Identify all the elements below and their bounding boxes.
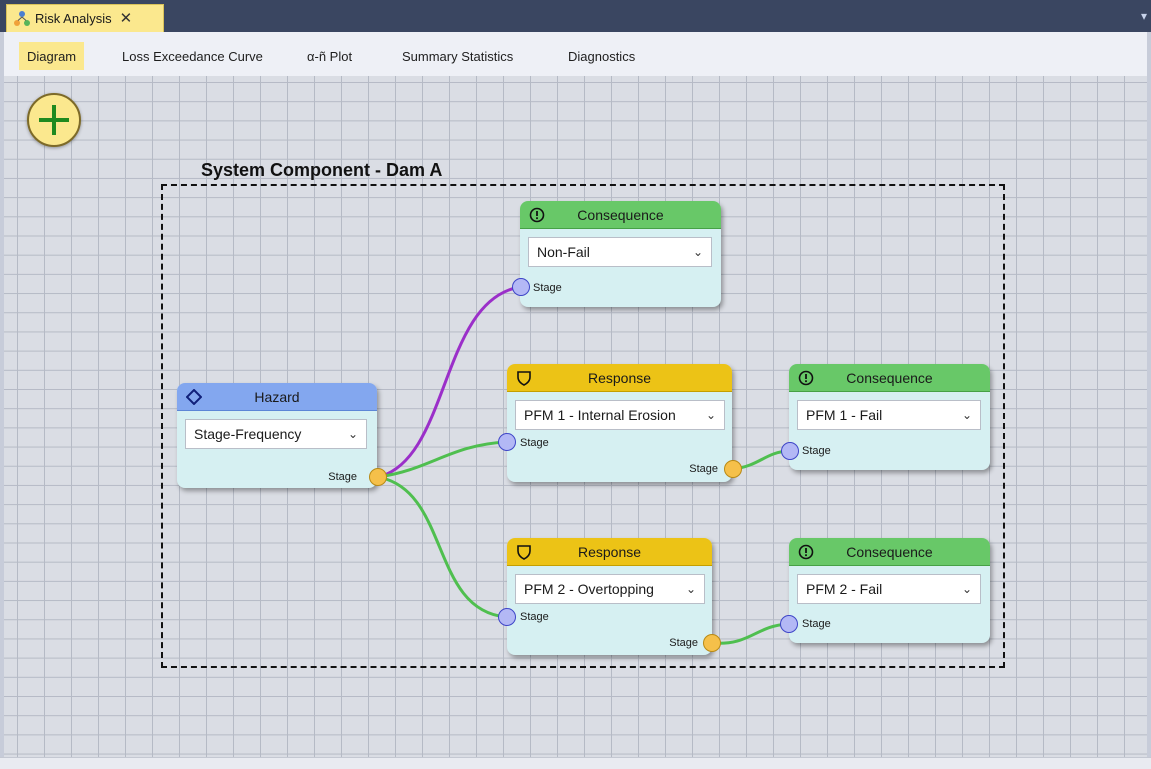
hazard-output-label: Stage — [328, 471, 357, 483]
canvas-footer — [0, 757, 1151, 769]
response-2-header: Response — [507, 538, 712, 566]
view-tab-bar: Diagram Loss Exceedance Curve α-ñ Plot S… — [0, 32, 1151, 76]
response-2-node[interactable]: Response PFM 2 - Overtopping ⌄ Stage Sta… — [507, 538, 712, 655]
hazard-node[interactable]: Hazard Stage-Frequency ⌄ Stage — [177, 383, 377, 488]
consequence-1-header: Consequence — [789, 364, 990, 392]
hazard-node-title: Hazard — [254, 388, 300, 405]
add-node-button[interactable] — [27, 93, 81, 147]
shield-icon — [517, 371, 531, 386]
consequence-1-select[interactable]: PFM 1 - Fail ⌄ — [797, 400, 981, 430]
response-2-output-label: Stage — [669, 637, 698, 649]
diamond-icon — [186, 389, 202, 405]
response-2-value: PFM 2 - Overtopping — [524, 581, 654, 597]
document-tab-bar: Risk Analysis ✕ ▾ — [0, 0, 1151, 32]
consequence-2-input-label: Stage — [802, 618, 831, 630]
response-1-value: PFM 1 - Internal Erosion — [524, 407, 676, 423]
consequence-1-title: Consequence — [846, 369, 933, 386]
tab-loss-exceedance-curve[interactable]: Loss Exceedance Curve — [114, 42, 271, 70]
consequence-1-node[interactable]: Consequence PFM 1 - Fail ⌄ Stage — [789, 364, 990, 470]
response-1-select[interactable]: PFM 1 - Internal Erosion ⌄ — [515, 400, 725, 430]
hazard-node-header: Hazard — [177, 383, 377, 411]
response-2-title: Response — [577, 543, 642, 560]
response-2-select[interactable]: PFM 2 - Overtopping ⌄ — [515, 574, 705, 604]
response-1-input-port[interactable] — [498, 433, 516, 451]
response-1-output-port[interactable] — [724, 460, 742, 478]
consequence-nonfail-input-label: Stage — [533, 282, 562, 294]
chevron-down-icon: ⌄ — [961, 408, 972, 422]
shield-icon — [517, 545, 531, 560]
consequence-2-select[interactable]: PFM 2 - Fail ⌄ — [797, 574, 981, 604]
alert-circle-icon — [798, 370, 814, 386]
tab-summary-statistics[interactable]: Summary Statistics — [394, 42, 521, 70]
document-tab-title: Risk Analysis — [35, 11, 112, 26]
consequence-2-title: Consequence — [846, 543, 933, 560]
alert-circle-icon — [798, 544, 814, 560]
consequence-1-input-port[interactable] — [781, 442, 799, 460]
consequence-nonfail-header: Consequence — [520, 201, 721, 229]
tab-diagnostics[interactable]: Diagnostics — [560, 42, 643, 70]
consequence-2-input-port[interactable] — [780, 615, 798, 633]
tab-diagram[interactable]: Diagram — [19, 42, 85, 70]
chevron-down-icon: ⌄ — [692, 245, 703, 259]
consequence-nonfail-input-port[interactable] — [512, 278, 530, 296]
tab-overflow-icon[interactable]: ▾ — [1139, 8, 1149, 24]
consequence-nonfail-node[interactable]: Consequence Non-Fail ⌄ Stage — [520, 201, 721, 307]
consequence-nonfail-value: Non-Fail — [537, 244, 590, 260]
response-1-input-label: Stage — [520, 437, 549, 449]
consequence-2-value: PFM 2 - Fail — [806, 581, 883, 597]
chevron-down-icon: ⌄ — [347, 427, 358, 441]
alert-circle-icon — [529, 207, 545, 223]
consequence-1-input-label: Stage — [802, 445, 831, 457]
response-1-header: Response — [507, 364, 732, 392]
tab-alpha-n-plot[interactable]: α-ñ Plot — [299, 42, 360, 70]
chevron-down-icon: ⌄ — [705, 408, 716, 422]
response-1-output-label: Stage — [689, 463, 718, 475]
document-tab-risk-analysis[interactable]: Risk Analysis ✕ — [6, 4, 164, 32]
hazard-select-value: Stage-Frequency — [194, 426, 302, 442]
plus-icon — [39, 105, 69, 135]
hazard-select[interactable]: Stage-Frequency ⌄ — [185, 419, 367, 449]
consequence-nonfail-select[interactable]: Non-Fail ⌄ — [528, 237, 712, 267]
hazard-output-port[interactable] — [369, 468, 387, 486]
response-2-output-port[interactable] — [703, 634, 721, 652]
response-2-input-label: Stage — [520, 611, 549, 623]
response-2-input-port[interactable] — [498, 608, 516, 626]
response-1-title: Response — [587, 369, 652, 386]
risk-analysis-icon — [14, 10, 30, 26]
group-title: System Component - Dam A — [201, 160, 443, 180]
close-icon[interactable]: ✕ — [120, 11, 133, 26]
consequence-nonfail-title: Consequence — [577, 206, 664, 223]
response-1-node[interactable]: Response PFM 1 - Internal Erosion ⌄ Stag… — [507, 364, 732, 482]
consequence-2-header: Consequence — [789, 538, 990, 566]
chevron-down-icon: ⌄ — [685, 582, 696, 596]
chevron-down-icon: ⌄ — [961, 582, 972, 596]
consequence-1-value: PFM 1 - Fail — [806, 407, 883, 423]
consequence-2-node[interactable]: Consequence PFM 2 - Fail ⌄ Stage — [789, 538, 990, 643]
